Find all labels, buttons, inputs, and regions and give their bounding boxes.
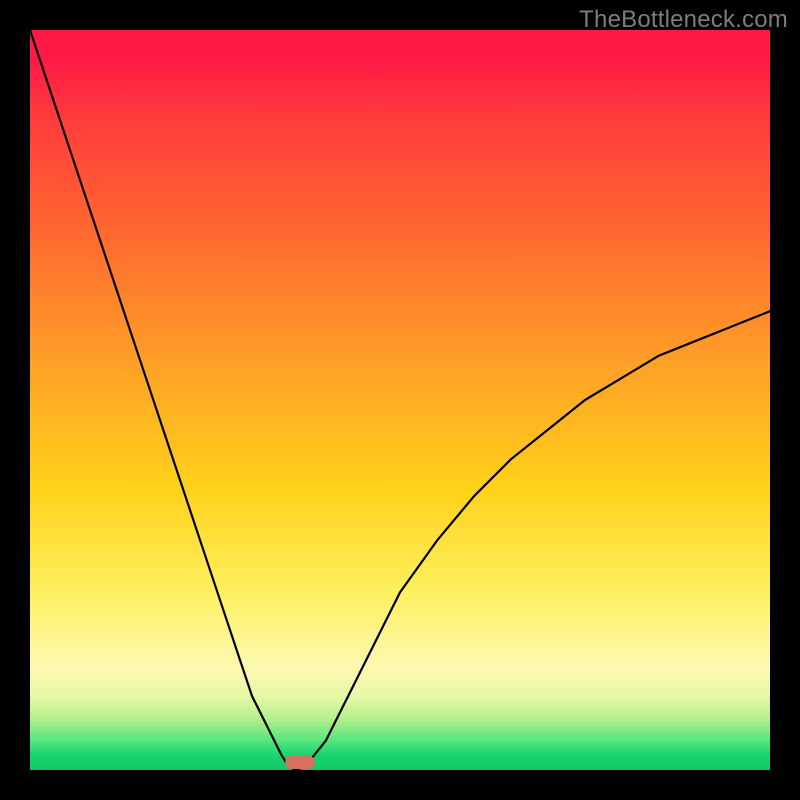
- optimal-marker: [285, 756, 315, 769]
- watermark-text: TheBottleneck.com: [579, 6, 788, 34]
- bottleneck-curve: [30, 30, 770, 770]
- chart-plot-area: [30, 30, 770, 770]
- chart-overlay: [30, 30, 770, 770]
- chart-frame: TheBottleneck.com: [0, 0, 800, 800]
